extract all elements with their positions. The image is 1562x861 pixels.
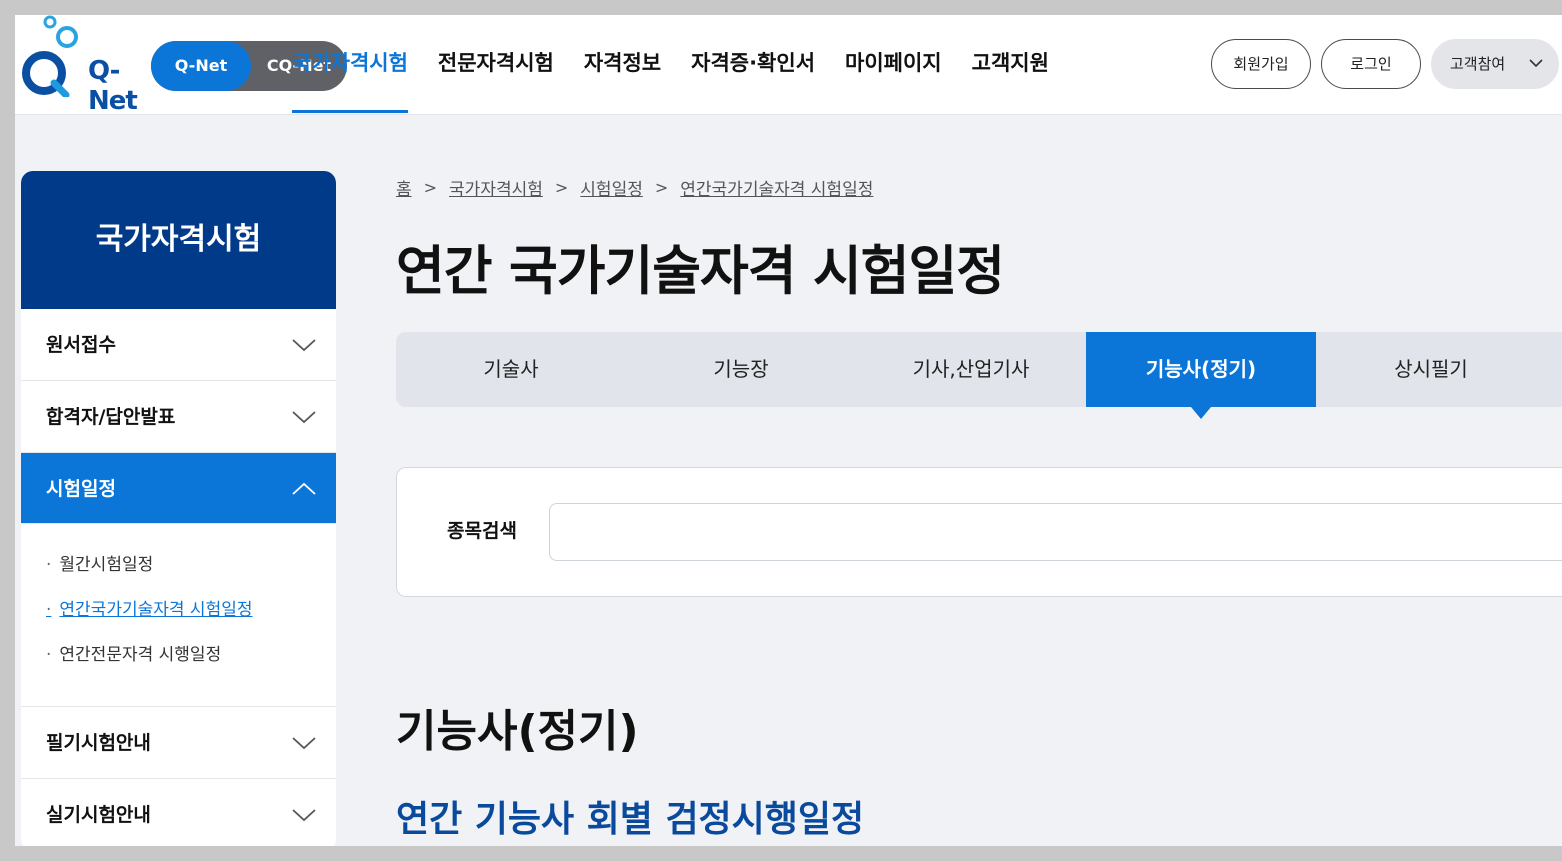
chevron-up-icon <box>292 482 316 495</box>
nav-support[interactable]: 고객지원 <box>972 15 1049 115</box>
chevron-down-icon <box>292 809 316 822</box>
chevron-right-icon: > <box>423 178 438 197</box>
submenu-annual-professional-schedule[interactable]: 연간전문자격 시행일정 <box>46 639 336 684</box>
qnet-switch-button[interactable]: Q-Net <box>151 41 251 91</box>
logo-text: Q-Net <box>88 56 138 116</box>
nav-professional-exam[interactable]: 전문자격시험 <box>438 15 554 115</box>
tab-craftsman-regular[interactable]: 기능사(정기) <box>1086 332 1316 419</box>
sidebar-item-label: 실기시험안내 <box>46 804 151 826</box>
chevron-down-icon <box>292 339 316 352</box>
search-input[interactable] <box>549 503 1562 561</box>
sidebar-item-label: 원서접수 <box>46 334 116 356</box>
sidebar-item-label: 필기시험안내 <box>46 732 151 754</box>
participate-dropdown[interactable]: 고객참여 <box>1431 39 1559 89</box>
search-panel: 종목검색 <box>396 467 1562 597</box>
sidebar-item-label: 시험일정 <box>46 478 116 500</box>
section-title: 기능사(정기) <box>396 706 639 757</box>
chevron-down-icon <box>292 411 316 424</box>
participate-label: 고객참여 <box>1450 55 1506 73</box>
nav-national-exam[interactable]: 국가자격시험 <box>292 15 408 115</box>
sidebar-item-results[interactable]: 합격자/답안발표 <box>21 381 336 453</box>
tab-always-written[interactable]: 상시필기 <box>1316 332 1546 407</box>
chevron-down-icon <box>1528 40 1544 107</box>
sidebar-item-practical-exam[interactable]: 실기시험안내 <box>21 779 336 846</box>
sidebar-submenu: 월간시험일정 연간국가기술자격 시험일정 연간전문자격 시행일정 <box>21 524 336 707</box>
tab-master-craftsman[interactable]: 기능장 <box>626 332 856 407</box>
tab-engineer-industrial[interactable]: 기사,산업기사 <box>856 332 1086 407</box>
breadcrumb: 홈 > 국가자격시험 > 시험일정 > 연간국가기술자격 시험일정 <box>396 175 873 200</box>
main-nav: 국가자격시험 전문자격시험 자격정보 자격증·확인서 마이페이지 고객지원 <box>292 15 1079 115</box>
submenu-monthly-schedule[interactable]: 월간시험일정 <box>46 549 336 594</box>
nav-mypage[interactable]: 마이페이지 <box>845 15 942 115</box>
category-tabs: 기술사 기능장 기사,산업기사 기능사(정기) 상시필기 <box>396 332 1562 419</box>
breadcrumb-home[interactable]: 홈 <box>396 175 412 200</box>
sidebar: 국가자격시험 원서접수 합격자/답안발표 시험일정 월간시험일정 연간국가기술자… <box>21 171 336 846</box>
page-frame: Q-Net CQ-Net Q-Net 국가자격시험 전문자격시험 자격정보 자격… <box>15 15 1562 846</box>
page-title: 연간 국가기술자격 시험일정 <box>396 241 1005 302</box>
sidebar-item-label: 합격자/답안발표 <box>46 406 176 428</box>
breadcrumb-current[interactable]: 연간국가기술자격 시험일정 <box>680 175 873 200</box>
sidebar-item-schedule[interactable]: 시험일정 <box>21 453 336 524</box>
login-button[interactable]: 로그인 <box>1321 39 1421 89</box>
nav-certificate[interactable]: 자격증·확인서 <box>691 15 815 115</box>
sidebar-item-written-exam[interactable]: 필기시험안내 <box>21 707 336 779</box>
qnet-logo[interactable]: Q-Net <box>20 15 140 116</box>
nav-qualification-info[interactable]: 자격정보 <box>584 15 661 115</box>
tab-engineer-professional[interactable]: 기술사 <box>396 332 626 407</box>
join-button[interactable]: 회원가입 <box>1211 39 1311 89</box>
submenu-annual-technical-schedule[interactable]: 연간국가기술자격 시험일정 <box>46 594 336 639</box>
search-label: 종목검색 <box>447 520 517 542</box>
chevron-right-icon: > <box>554 178 569 197</box>
site-header: Q-Net CQ-Net Q-Net 국가자격시험 전문자격시험 자격정보 자격… <box>15 15 1562 116</box>
breadcrumb-schedule[interactable]: 시험일정 <box>580 175 643 200</box>
qnet-logo-icon <box>22 15 78 99</box>
section-subtitle: 연간 기능사 회별 검정시행일정 <box>396 799 865 840</box>
sidebar-item-application[interactable]: 원서접수 <box>21 309 336 381</box>
breadcrumb-national-exam[interactable]: 국가자격시험 <box>449 175 543 200</box>
chevron-right-icon: > <box>654 178 669 197</box>
sidebar-title: 국가자격시험 <box>21 171 336 309</box>
chevron-down-icon <box>292 737 316 750</box>
